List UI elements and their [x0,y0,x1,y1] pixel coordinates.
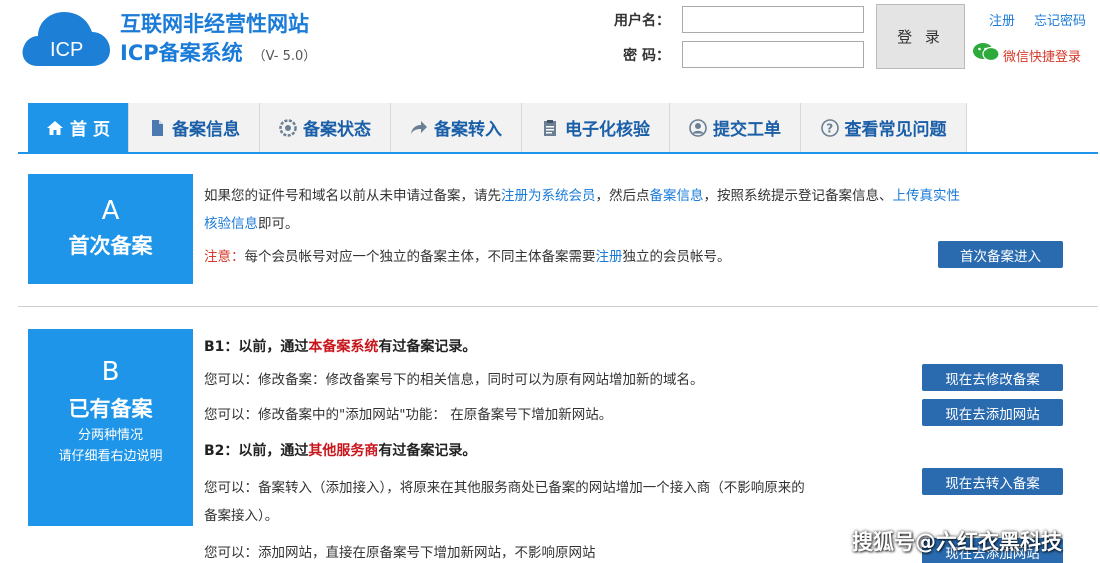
password-label: 密 码： [623,48,670,64]
text-fragment: ，然后点 [595,188,650,204]
text-fragment: 即可。 [258,216,299,232]
b1-line1: 您可以：修改备案：修改备案号下的相关信息，同时可以为原有网站增加新的域名。 [204,372,704,388]
b2-line1: 您可以：备案转入（添加接入），将原来在其他服务商处已备案的网站增加一个接入商（不… [204,474,904,530]
document-icon [152,119,163,136]
transfer-record-button[interactable]: 现在去转入备案 [922,468,1063,495]
record-info-link[interactable]: 备案信息 [650,188,704,204]
section-a-note: 注意：每个会员帐号对应一个独立的备案主体，不同主体备案需要注册独立的会员帐号。 [204,247,924,267]
section-b-sub2: 请仔细看右边说明 [58,449,163,464]
section-a-badge: A 首次备案 [28,174,193,284]
b2-heading: B2：以前，通过其他服务商有过备案记录。 [204,441,476,461]
wechat-icon[interactable] [972,42,1000,62]
tab-label: 查看常见问题 [844,120,947,140]
nav-underline [18,152,1098,154]
login-button[interactable]: 登 录 [876,4,965,69]
text-fragment: B2：以前，通过 [204,443,309,459]
text-fragment: 您可以：备案转入（添加接入），将原来在其他服务商处已备案的网站增加一个接入商（不… [204,480,805,496]
title-line2-text: ICP备案系统 [120,41,243,65]
version-label: （V- 5.0） [252,49,317,64]
tab-record-status[interactable]: 备案状态 [260,103,391,152]
text-fragment: ，按照系统提示登记备案信息、 [703,188,893,204]
text-fragment: 有过备案记录。 [378,443,477,459]
password-input[interactable] [682,41,864,68]
main-nav: 首 页 备案信息 备案状态 备案转入 电子化核验 提交工单 ? 查看常见问题 [28,103,967,152]
tab-record-transfer[interactable]: 备案转入 [391,103,522,152]
register-member-link[interactable]: 注册为系统会员 [501,188,596,204]
title-line2: ICP备案系统 （V- 5.0） [120,38,316,72]
tab-label: 备案状态 [303,120,371,140]
modify-record-button[interactable]: 现在去修改备案 [922,364,1063,391]
watermark: 搜狐号@六红衣黑科技 [852,530,1062,554]
text-fragment: B1：以前，通过 [204,339,309,355]
logo-badge-text: ICP [50,39,83,61]
section-b-sub1: 分两种情况 [77,428,143,443]
section-b-title: 已有备案 [68,397,153,421]
section-b-badge: B 已有备案 分两种情况 请仔细看右边说明 [28,329,193,526]
text-fragment: 独立的会员帐号。 [622,249,731,265]
register-link[interactable]: 注册 [989,10,1015,29]
section-a-description: 如果您的证件号和域名以前从未申请过备案，请先注册为系统会员，然后点备案信息，按照… [204,182,1084,238]
username-input[interactable] [682,6,864,33]
b1-highlight: 本备案系统 [308,339,379,355]
note-label: 注意： [204,249,245,265]
section-divider [18,306,1098,307]
tab-label: 提交工单 [713,120,781,140]
status-icon [279,118,297,137]
b1-heading: B1：以前，通过本备案系统有过备案记录。 [204,337,476,357]
tab-faq[interactable]: ? 查看常见问题 [801,103,967,152]
b2-line2: 您可以：添加网站，直接在原备案号下增加新网站，不影响原网站 [204,545,596,561]
icp-cloud-logo: ICP [22,12,110,66]
transfer-arrow-icon [411,120,427,134]
clipboard-icon [544,119,556,136]
note-register-link[interactable]: 注册 [596,249,623,265]
text-fragment: 有过备案记录。 [378,339,477,355]
tab-label: 电子化核验 [565,120,650,140]
tab-e-verification[interactable]: 电子化核验 [522,103,670,152]
text-fragment: 备案接入）。 [204,508,279,524]
tab-label: 备案转入 [434,120,502,140]
section-a-title: 首次备案 [68,234,153,258]
username-label: 用户名： [614,13,670,29]
title-line1: 互联网非经营性网站 [120,12,309,36]
user-icon [689,118,707,137]
text-fragment: 如果您的证件号和域名以前从未申请过备案，请先 [204,188,501,204]
forgot-password-link[interactable]: 忘记密码 [1034,10,1086,29]
tab-label: 备案信息 [172,120,240,140]
upload-verification-link[interactable]: 上传真实性 [893,188,961,204]
section-a-letter: A [101,196,120,226]
tab-home[interactable]: 首 页 [28,103,129,152]
site-title: 互联网非经营性网站 ICP备案系统 （V- 5.0） [120,10,316,72]
tab-submit-ticket[interactable]: 提交工单 [670,103,801,152]
section-b-letter: B [101,357,120,387]
b2-highlight: 其他服务商 [308,443,379,459]
wechat-login-link[interactable]: 微信快捷登录 [1003,46,1081,65]
first-record-enter-button[interactable]: 首次备案进入 [938,241,1063,268]
tab-record-info[interactable]: 备案信息 [129,103,260,152]
tab-label: 首 页 [70,120,110,140]
b1-line2: 您可以：修改备案中的"添加网站"功能： 在原备案号下增加新网站。 [204,407,613,423]
add-website-button[interactable]: 现在去添加网站 [922,399,1063,426]
text-fragment: 每个会员帐号对应一个独立的备案主体，不同主体备案需要 [244,249,596,265]
svg-text:?: ? [826,121,833,135]
home-icon [47,120,64,135]
upload-verification-link-cont[interactable]: 核验信息 [204,216,258,232]
question-icon: ? [820,118,839,137]
